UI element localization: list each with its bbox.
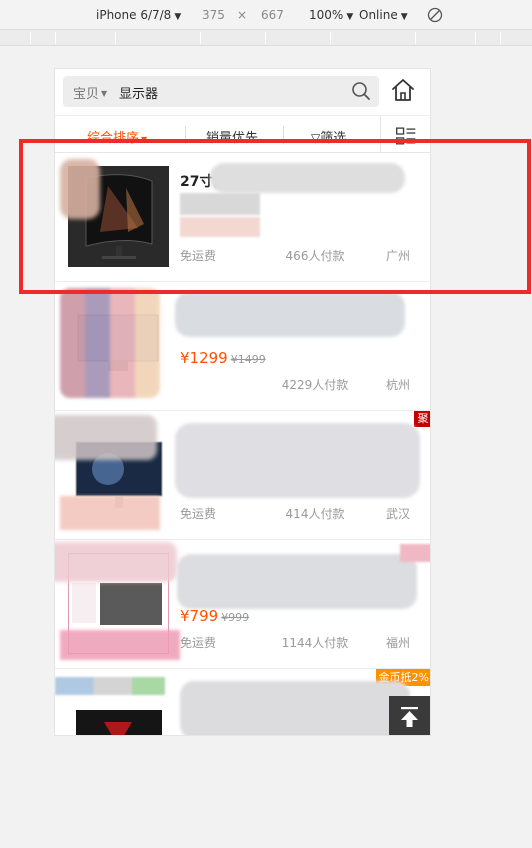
devtools-device-toolbar: iPhone 6/7/8 ▼ 375 × 667 100% ▼ Online ▼ [0,0,532,30]
network-select[interactable]: Online ▼ [359,8,408,22]
blur-mask [60,288,160,398]
blur-mask [60,630,180,660]
network-value: Online [359,8,398,22]
blur-mask [175,423,420,498]
product-price: ¥799 ¥999 [180,607,249,625]
blur-mask [400,544,430,562]
dropdown-arrow-icon: ▼ [400,12,408,22]
search-header: 宝贝 ▼ 显示器 [55,69,430,115]
search-type-select[interactable]: 宝贝 ▼ [73,83,107,102]
original-price: ¥1499 [230,353,266,366]
list-item[interactable]: 聚 免运费 414人付款 武汉 [55,411,430,540]
home-icon[interactable] [390,77,416,103]
device-select[interactable]: iPhone 6/7/8 ▼ [96,8,181,22]
dropdown-arrow-icon: ▼ [101,89,108,98]
location: 福州 [385,636,410,650]
media-query-ruler [0,30,532,46]
zoom-select[interactable]: 100% ▼ [309,8,353,22]
search-type-label: 宝贝 [73,87,100,102]
zoom-value: 100% [309,8,344,22]
highlight-box [19,139,531,294]
blur-mask [55,542,177,582]
blur-mask [55,677,165,695]
sales-count: 4229人付款 [281,378,349,392]
search-icon[interactable] [351,81,371,101]
back-to-top-icon[interactable] [389,696,430,736]
device-name: iPhone 6/7/8 [96,8,172,22]
search-input[interactable]: 显示器 [119,83,158,102]
blur-mask [175,292,405,337]
shipping-label: 免运费 [180,636,217,650]
shipping-label: 免运费 [180,507,217,521]
location: 武汉 [385,507,410,521]
dimension-separator: × [237,8,248,22]
dropdown-arrow-icon: ▼ [346,12,354,22]
product-price: ¥1299 ¥1499 [180,349,266,367]
location: 杭州 [385,378,410,392]
blur-mask [177,554,417,609]
viewport-height-input[interactable]: 667 [261,8,284,22]
sales-count: 414人付款 [285,507,345,521]
ju-badge: 聚 [414,411,430,427]
search-box[interactable]: 宝贝 ▼ 显示器 [63,76,379,107]
list-item[interactable]: ¥799 ¥999 免运费 1144人付款 福州 [55,540,430,669]
current-price: ¥1299 [180,349,228,367]
blur-mask [180,681,410,735]
original-price: ¥999 [221,611,250,624]
blur-mask [60,496,160,530]
blur-mask [55,415,157,460]
sales-count: 1144人付款 [281,636,349,650]
current-price: ¥799 [180,607,219,625]
rotate-icon[interactable] [427,7,443,23]
list-item[interactable]: ¥1299 ¥1499 4229人付款 杭州 [55,282,430,411]
viewport-width-input[interactable]: 375 [202,8,225,22]
list-item[interactable]: 金币抵2% [55,669,430,735]
dropdown-arrow-icon: ▼ [174,12,182,22]
